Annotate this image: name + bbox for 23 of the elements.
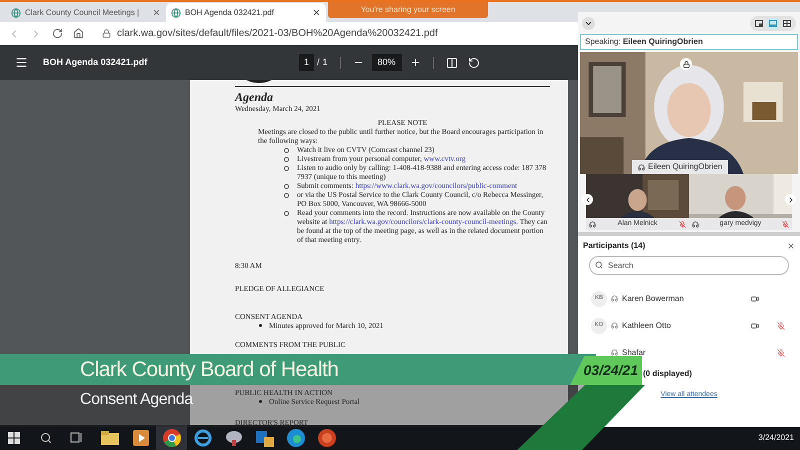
page-number-field[interactable]: 1: [299, 54, 314, 72]
browser-tab[interactable]: Clark County Council Meetings |: [6, 3, 166, 22]
share-banner-text: You're sharing your screen: [360, 4, 456, 16]
clock-date: 3/24/2021: [758, 432, 794, 444]
address-field[interactable]: clark.wa.gov/sites/default/files/2021-03/BOH%20Agenda%20032421.pdf: [117, 26, 438, 41]
page-count: 1: [322, 56, 328, 69]
participant-name: Karen Bowerman: [622, 292, 685, 304]
broadcast-subtitle: Consent Agenda: [80, 390, 193, 410]
attendees-heading: (0 displayed): [643, 368, 692, 380]
document-title: BOH Agenda 032421.pdf: [43, 56, 148, 69]
zoom-field[interactable]: 80%: [372, 54, 402, 72]
tab-title: Clark County Council Meetings |: [25, 6, 140, 18]
agenda-heading: Agenda: [235, 91, 274, 104]
participant-name: Shafar: [622, 346, 647, 358]
broadcast-title: Clark County Board of Health: [80, 356, 338, 383]
search-field[interactable]: Search: [589, 256, 789, 275]
browser-tab[interactable]: BOH Agenda 032421.pdf: [166, 3, 326, 22]
tab-title: BOH Agenda 032421.pdf: [185, 6, 275, 18]
panel-title: Participants (14): [583, 240, 646, 252]
speaking-label: Speaking: Eileen QuiringObrien: [585, 36, 703, 48]
broadcast-date: 03/24/21: [584, 361, 638, 380]
page-separator: /: [317, 56, 320, 69]
participant-name: Kathleen Otto: [622, 320, 672, 332]
